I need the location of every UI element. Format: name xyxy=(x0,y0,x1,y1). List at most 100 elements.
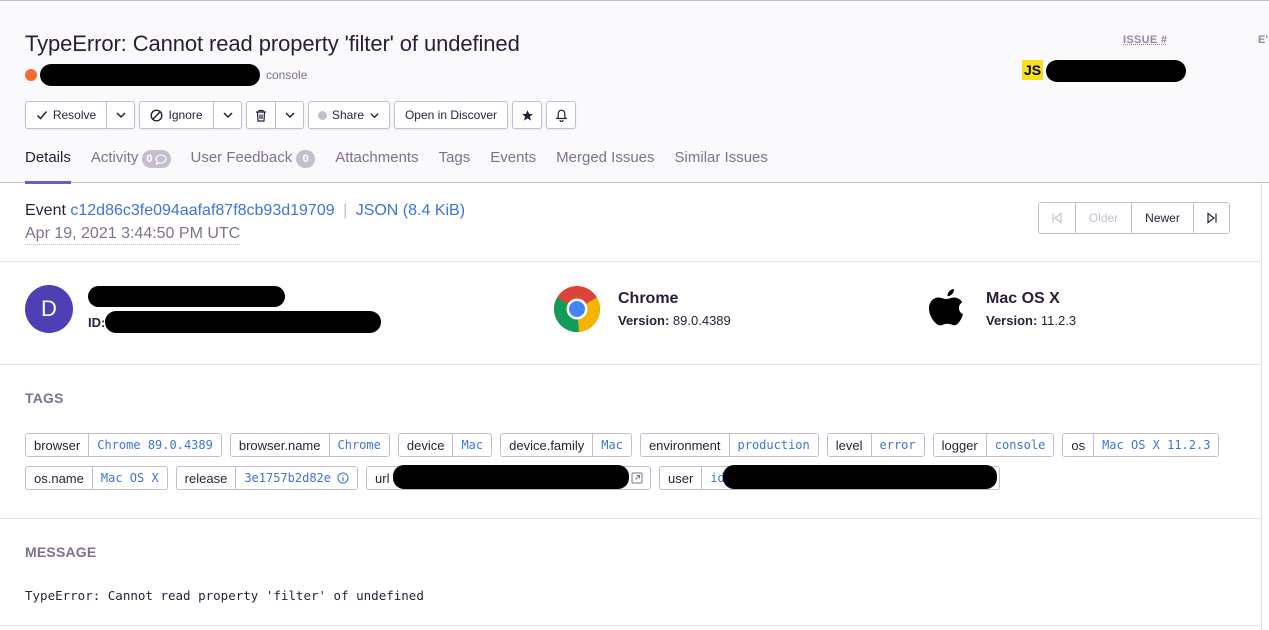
tab-label: Attachments xyxy=(335,149,419,166)
tag-url[interactable]: url xyxy=(366,465,652,490)
tag-key: browser xyxy=(26,434,90,456)
redacted-issue-id xyxy=(1046,60,1186,82)
tab-activity[interactable]: Activity 0 xyxy=(91,149,171,184)
newest-button[interactable] xyxy=(1194,203,1229,233)
tag-os[interactable]: os Mac OS X 11.2.3 xyxy=(1062,433,1220,457)
chevron-down-icon xyxy=(115,112,126,119)
tag-user[interactable]: user id xyxy=(659,465,1001,490)
tag-value[interactable]: Mac xyxy=(453,434,491,456)
tag-value[interactable]: Chrome xyxy=(330,434,389,456)
tag-key: level xyxy=(828,434,872,456)
browser-name: Chrome xyxy=(618,290,679,307)
tag-value[interactable]: Mac OS X xyxy=(93,467,167,489)
redacted-user-value xyxy=(723,465,998,489)
divider: | xyxy=(343,202,348,219)
newer-button[interactable]: Newer xyxy=(1132,203,1194,233)
tag-device-family[interactable]: device.family Mac xyxy=(500,433,632,457)
external-link-icon[interactable] xyxy=(631,472,643,484)
tag-value[interactable]: Chrome 89.0.4389 xyxy=(89,434,221,456)
release-value: 3e1757b2d82e xyxy=(244,471,332,485)
divider xyxy=(0,625,1262,626)
browser-context: Chrome Version: 89.0.4389 xyxy=(553,285,731,333)
tag-logger[interactable]: logger console xyxy=(932,433,1055,457)
tab-events[interactable]: Events xyxy=(490,149,536,184)
event-pager: Older Newer xyxy=(1038,202,1230,234)
user-feedback-count-badge: 0 xyxy=(296,150,316,168)
tag-value[interactable]: Mac OS X 11.2.3 xyxy=(1094,434,1218,456)
redacted-url xyxy=(393,465,630,489)
user-context-details: ID: xyxy=(88,285,388,333)
info-icon[interactable] xyxy=(337,472,349,484)
user-id-label: ID: xyxy=(88,315,106,330)
avatar: D xyxy=(25,285,73,333)
tag-level[interactable]: level error xyxy=(826,433,925,457)
issue-number-label[interactable]: ISSUE # xyxy=(1123,34,1167,46)
issue-actions: Resolve Ignore Share Open in Discover xyxy=(25,101,576,129)
tag-os-name[interactable]: os.name Mac OS X xyxy=(25,466,168,490)
logger-name: console xyxy=(266,68,308,82)
redacted-user-name xyxy=(88,286,285,307)
share-button[interactable]: Share xyxy=(308,101,390,129)
tab-label: Similar Issues xyxy=(674,149,768,166)
issue-subline: console xyxy=(25,64,307,86)
delete-dropdown-button[interactable] xyxy=(276,101,304,129)
tag-value[interactable]: production xyxy=(730,434,818,456)
ignore-icon xyxy=(150,108,163,122)
tab-merged-issues[interactable]: Merged Issues xyxy=(556,149,654,184)
tag-browser-name[interactable]: browser.name Chrome xyxy=(229,433,390,457)
oldest-button[interactable] xyxy=(1039,203,1076,233)
os-version: 11.2.3 xyxy=(1040,313,1077,328)
tag-key: user xyxy=(660,467,703,489)
os-context-details: Mac OS X Version: 11.2.3 xyxy=(986,290,1076,328)
delete-group xyxy=(246,101,304,129)
tag-key: environment xyxy=(641,434,730,456)
tag-value[interactable]: error xyxy=(872,434,924,456)
event-id-link[interactable]: c12d86c3fe094aafaf87f8cb93d19709 xyxy=(70,202,334,219)
tag-environment[interactable]: environment production xyxy=(639,433,819,457)
os-context: Mac OS X Version: 11.2.3 xyxy=(925,285,1076,333)
skip-first-icon xyxy=(1052,212,1062,224)
tag-value[interactable]: 3e1757b2d82e xyxy=(236,467,357,489)
share-label: Share xyxy=(331,108,365,122)
json-link[interactable]: JSON (8.4 KiB) xyxy=(356,202,465,219)
delete-button[interactable] xyxy=(246,101,276,129)
tags-section-title: TAGS xyxy=(25,390,64,406)
tag-value[interactable]: console xyxy=(987,434,1054,456)
tab-label: Details xyxy=(25,149,71,166)
tab-user-feedback[interactable]: User Feedback 0 xyxy=(191,149,316,184)
divider xyxy=(0,261,1262,262)
skip-last-icon xyxy=(1206,212,1217,224)
checkmark-icon xyxy=(36,111,47,120)
ignore-group: Ignore xyxy=(139,101,242,129)
chrome-icon xyxy=(554,286,600,332)
ignore-button[interactable]: Ignore xyxy=(139,101,214,129)
issue-title: TypeError: Cannot read property 'filter'… xyxy=(25,31,520,56)
tab-details[interactable]: Details xyxy=(25,149,71,184)
tag-value[interactable]: Mac xyxy=(593,434,631,456)
tag-release[interactable]: release 3e1757b2d82e xyxy=(175,466,359,490)
bookmark-button[interactable] xyxy=(512,101,542,129)
events-label: E' xyxy=(1258,34,1268,46)
tag-key: logger xyxy=(934,434,987,456)
resolve-button[interactable]: Resolve xyxy=(25,101,107,129)
subscribe-button[interactable] xyxy=(546,101,576,129)
activity-count: 0 xyxy=(146,153,153,165)
tag-key: release xyxy=(177,467,237,489)
ignore-label: Ignore xyxy=(168,108,203,122)
open-in-discover-button[interactable]: Open in Discover xyxy=(394,101,508,129)
older-button[interactable]: Older xyxy=(1076,203,1132,233)
tab-attachments[interactable]: Attachments xyxy=(335,149,418,184)
resolve-dropdown-button[interactable] xyxy=(107,101,135,129)
ignore-dropdown-button[interactable] xyxy=(214,101,242,129)
tag-key: device.family xyxy=(501,434,594,456)
bell-icon xyxy=(555,109,567,122)
user-context: D ID: xyxy=(25,285,388,333)
browser-version: 89.0.4389 xyxy=(672,313,731,328)
tag-key: os xyxy=(1063,434,1095,456)
redacted-user-id xyxy=(105,311,381,333)
tag-device[interactable]: device Mac xyxy=(397,433,493,457)
tab-similar-issues[interactable]: Similar Issues xyxy=(675,149,768,184)
tag-browser[interactable]: browser Chrome 89.0.4389 xyxy=(25,433,222,457)
chevron-down-icon xyxy=(284,112,295,119)
tab-tags[interactable]: Tags xyxy=(439,149,471,184)
